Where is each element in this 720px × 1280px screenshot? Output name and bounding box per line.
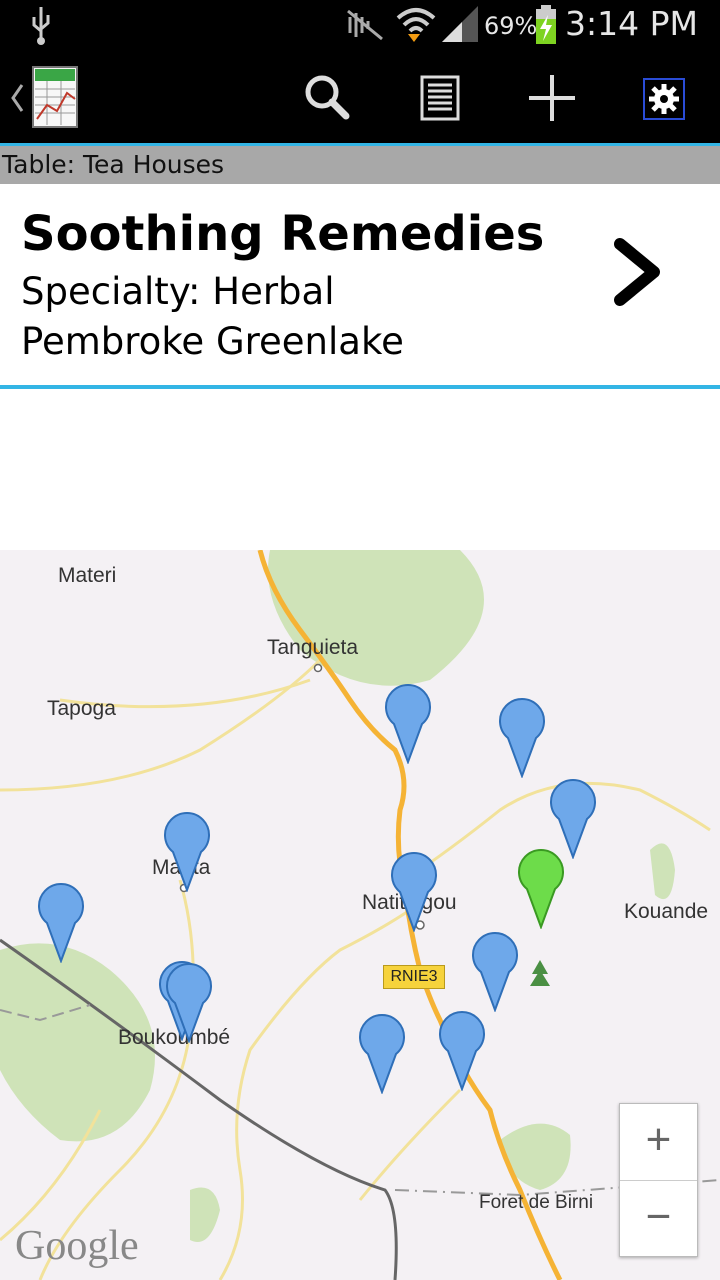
- map-pin[interactable]: [549, 779, 597, 859]
- wifi-icon: [396, 8, 436, 42]
- map-pin[interactable]: [163, 812, 211, 892]
- detail-specialty: Specialty: Herbal: [21, 270, 335, 313]
- table-header: Table: Tea Houses: [0, 146, 720, 184]
- map-pin[interactable]: [438, 1011, 486, 1091]
- status-bar: 69% 3:14 PM: [0, 0, 720, 50]
- detail-card[interactable]: Soothing Remedies Specialty: Herbal Pemb…: [0, 184, 720, 389]
- app-spreadsheet-icon[interactable]: [31, 65, 79, 129]
- map-pin[interactable]: [498, 698, 546, 778]
- zoom-controls: + −: [619, 1103, 698, 1257]
- search-icon[interactable]: [302, 72, 352, 122]
- detail-title: Soothing Remedies: [21, 206, 545, 262]
- map-label-kouande: Kouande: [624, 900, 709, 923]
- map-label-foret-de-birni: Foret de Birni: [479, 1192, 594, 1213]
- google-attribution: Google: [15, 1223, 139, 1269]
- signal-icon: [442, 6, 478, 42]
- usb-icon: [32, 7, 50, 45]
- battery-icon: [536, 5, 556, 44]
- map-pin[interactable]: [390, 852, 438, 932]
- map-pin[interactable]: [471, 932, 519, 1012]
- chevron-right-icon[interactable]: [610, 236, 662, 308]
- status-time: 3:14 PM: [565, 4, 698, 43]
- map-label-tanguieta: Tanguieta: [267, 636, 359, 659]
- detail-location: Pembroke Greenlake: [21, 320, 404, 363]
- map-pin[interactable]: [165, 963, 213, 1043]
- action-bar: [0, 50, 720, 146]
- map-pin-selected[interactable]: [517, 849, 565, 929]
- map-base: [0, 550, 720, 1280]
- add-icon[interactable]: [527, 73, 577, 123]
- battery-percent: 69%: [484, 12, 538, 40]
- back-caret-icon[interactable]: [10, 83, 24, 113]
- map-view[interactable]: Materi Tanguieta Tapoga Manta Natitingou…: [0, 550, 720, 1280]
- settings-icon[interactable]: [643, 78, 685, 120]
- map-pin[interactable]: [384, 684, 432, 764]
- road-shield: RNIE3: [383, 965, 445, 989]
- map-label-tapoga: Tapoga: [47, 697, 116, 720]
- zoom-out-button[interactable]: −: [620, 1181, 697, 1257]
- list-icon[interactable]: [420, 75, 460, 121]
- map-pin[interactable]: [358, 1014, 406, 1094]
- mute-icon: [347, 9, 383, 41]
- map-label-materi: Materi: [58, 564, 117, 587]
- zoom-in-button[interactable]: +: [620, 1104, 697, 1181]
- map-pin[interactable]: [37, 883, 85, 963]
- table-name: Table: Tea Houses: [2, 150, 225, 179]
